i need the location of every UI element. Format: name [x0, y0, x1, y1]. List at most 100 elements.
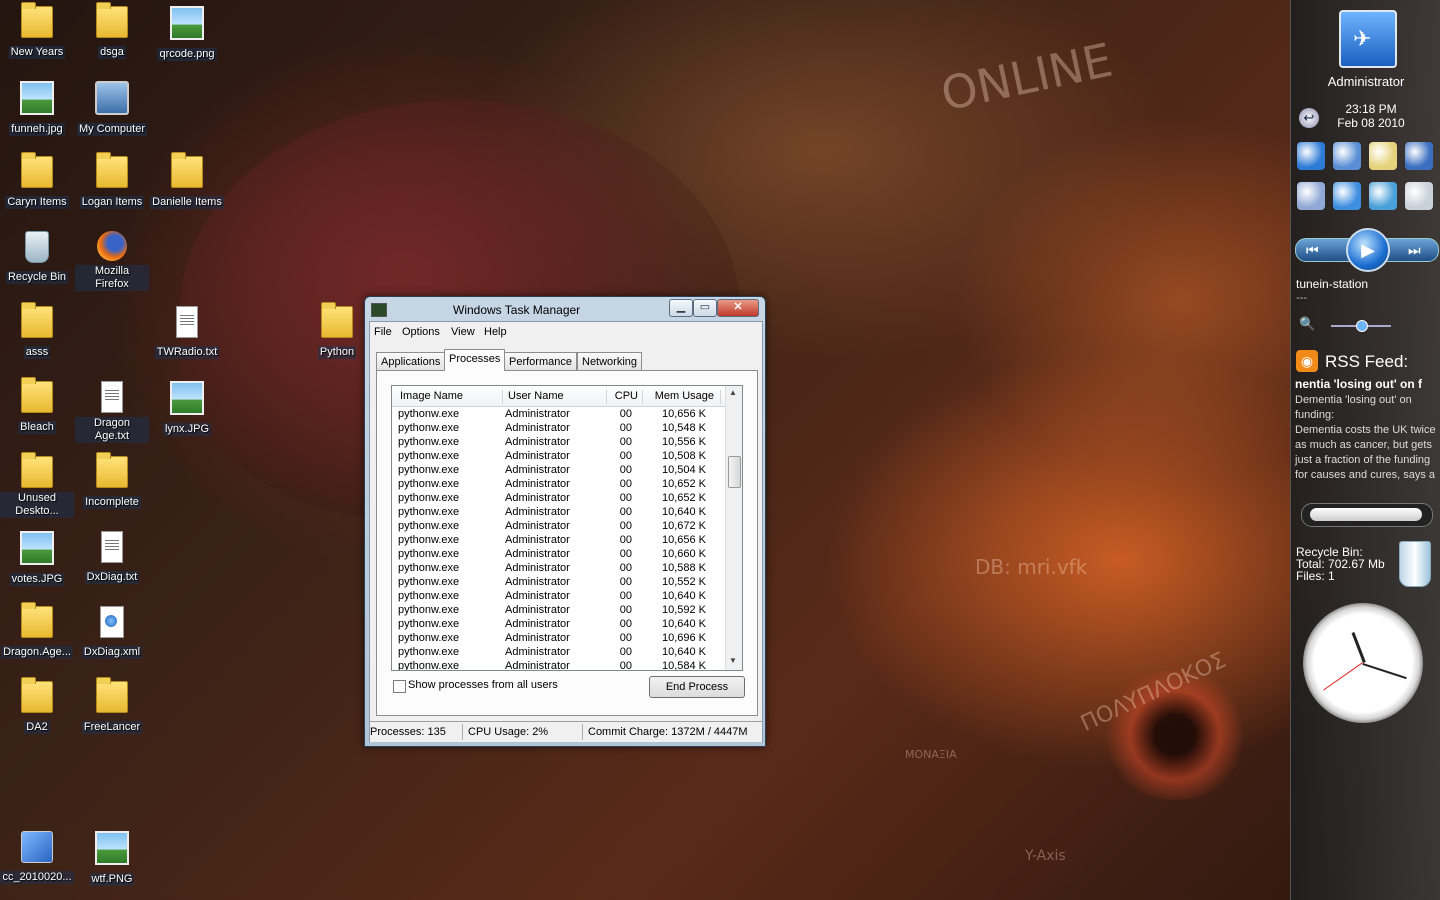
table-row[interactable]: pythonw.exe Administrator 00 10,592 K — [392, 604, 726, 618]
table-row[interactable]: pythonw.exe Administrator 00 10,656 K — [392, 534, 726, 548]
table-row[interactable]: pythonw.exe Administrator 00 10,652 K — [392, 478, 726, 492]
tab-processes[interactable]: Processes — [444, 349, 506, 371]
table-row[interactable]: pythonw.exe Administrator 00 10,508 K — [392, 450, 726, 464]
desktop-icon[interactable]: My Computer — [75, 77, 149, 137]
desktop-icon[interactable]: qrcode.png — [150, 2, 224, 62]
end-process-button[interactable]: End Process — [649, 676, 745, 698]
table-row[interactable]: pythonw.exe Administrator 00 10,640 K — [392, 646, 726, 660]
desktop-icon[interactable]: TWRadio.txt — [150, 302, 224, 360]
desktop-icon[interactable]: Dragon Age.txt — [75, 377, 149, 444]
show-all-users-label[interactable]: Show processes from all users — [408, 679, 558, 691]
desktop-icon[interactable]: Bleach — [0, 377, 74, 435]
table-row[interactable]: pythonw.exe Administrator 00 10,504 K — [392, 464, 726, 478]
back-arrow-icon[interactable]: ↩ — [1299, 108, 1319, 128]
desktop-icon[interactable]: FreeLancer — [75, 677, 149, 735]
document-icon[interactable] — [1369, 142, 1397, 170]
table-row[interactable]: pythonw.exe Administrator 00 10,584 K — [392, 660, 726, 670]
users-icon[interactable] — [1369, 182, 1397, 210]
user-avatar[interactable]: ✈ — [1339, 10, 1397, 68]
desktop-icon-label: Dragon.Age... — [1, 646, 73, 659]
tab-networking[interactable]: Networking — [577, 352, 643, 371]
desktop-icon[interactable]: lynx.JPG — [150, 377, 224, 437]
globe-icon[interactable] — [1297, 142, 1325, 170]
table-row[interactable]: pythonw.exe Administrator 00 10,660 K — [392, 548, 726, 562]
table-row[interactable]: pythonw.exe Administrator 00 10,588 K — [392, 562, 726, 576]
search-field[interactable] — [1310, 508, 1422, 521]
scroll-up-icon[interactable]: ▲ — [729, 388, 737, 397]
table-row[interactable]: pythonw.exe Administrator 00 10,672 K — [392, 520, 726, 534]
vertical-scrollbar[interactable]: ▲ ▼ — [725, 386, 742, 670]
table-row[interactable]: pythonw.exe Administrator 00 10,548 K — [392, 422, 726, 436]
row-user-name: Administrator — [505, 436, 570, 448]
desktop-icon-label: Danielle Items — [150, 196, 224, 209]
window-icon[interactable] — [1333, 182, 1361, 210]
desktop-icon[interactable]: DxDiag.xml — [75, 602, 149, 660]
scroll-thumb[interactable] — [728, 456, 741, 488]
column-mem-usage[interactable]: Mem Usage — [642, 390, 721, 404]
desktop-icon[interactable]: Unused Deskto... — [0, 452, 74, 519]
tab-performance[interactable]: Performance — [504, 352, 577, 371]
desktop-icon[interactable]: votes.JPG — [0, 527, 74, 587]
show-all-users-checkbox[interactable] — [393, 680, 406, 693]
column-cpu[interactable]: CPU — [608, 390, 643, 404]
maximize-button[interactable]: ▭ — [693, 299, 717, 317]
table-row[interactable]: pythonw.exe Administrator 00 10,640 K — [392, 590, 726, 604]
desktop-icon[interactable]: Caryn Items — [0, 152, 74, 210]
table-row[interactable]: pythonw.exe Administrator 00 10,640 K — [392, 618, 726, 632]
desktop-icon[interactable]: funneh.jpg — [0, 77, 74, 137]
row-user-name: Administrator — [505, 590, 570, 602]
menu-view[interactable]: View — [451, 326, 475, 338]
volume-knob[interactable] — [1356, 320, 1368, 332]
table-row[interactable]: pythonw.exe Administrator 00 10,640 K — [392, 506, 726, 520]
process-list[interactable]: Image Name User Name CPU Mem Usage pytho… — [391, 385, 743, 671]
column-image-name[interactable]: Image Name — [392, 390, 503, 404]
task-manager-window[interactable]: Windows Task Manager ▁ ▭ ✕ File Options … — [364, 296, 766, 747]
desktop-icon[interactable]: DxDiag.txt — [75, 527, 149, 585]
next-icon[interactable]: ⏭ — [1408, 239, 1421, 261]
title-bar[interactable]: Windows Task Manager ▁ ▭ ✕ — [365, 297, 765, 321]
menu-file[interactable]: File — [374, 326, 392, 338]
desktop-icon[interactable]: DA2 — [0, 677, 74, 735]
desktop-icon[interactable]: Python — [300, 302, 374, 360]
folder-icon — [171, 152, 203, 188]
table-row[interactable]: pythonw.exe Administrator 00 10,652 K — [392, 492, 726, 506]
desktop-icon[interactable]: asss — [0, 302, 74, 360]
minute-hand — [1362, 663, 1407, 680]
desktop-icon[interactable]: Mozilla Firefox — [75, 227, 149, 292]
column-user-name[interactable]: User Name — [502, 390, 607, 404]
menu-help[interactable]: Help — [484, 326, 507, 338]
play-icon[interactable]: ▶ — [1346, 228, 1390, 272]
row-cpu: 00 — [619, 576, 632, 588]
rss-headline[interactable]: nentia 'losing out' on f — [1295, 377, 1440, 391]
rss-body[interactable]: Dementia 'losing out' on funding: Dementi… — [1295, 393, 1437, 483]
desktop-icon[interactable]: New Years — [0, 2, 74, 60]
desktop-icon[interactable]: wtf.PNG — [75, 827, 149, 887]
desktop-icon[interactable]: Incomplete — [75, 452, 149, 510]
row-cpu: 00 — [619, 422, 632, 434]
desktop-icon[interactable]: Dragon.Age... — [0, 602, 74, 660]
recycle-bin-icon[interactable] — [1399, 541, 1431, 587]
table-row[interactable]: pythonw.exe Administrator 00 10,556 K — [392, 436, 726, 450]
tab-applications[interactable]: Applications — [376, 352, 446, 371]
table-row[interactable]: pythonw.exe Administrator 00 10,696 K — [392, 632, 726, 646]
computer-icon[interactable] — [1333, 142, 1361, 170]
desktop-icon[interactable]: Danielle Items — [150, 152, 224, 210]
table-row[interactable]: pythonw.exe Administrator 00 10,552 K — [392, 576, 726, 590]
desktop-icon[interactable]: cc_2010020... — [0, 827, 74, 885]
volume-icon[interactable]: 🔍 — [1299, 316, 1315, 332]
minimize-button[interactable]: ▁ — [669, 299, 693, 317]
search-icon[interactable] — [1405, 182, 1433, 210]
network-icon[interactable] — [1405, 142, 1433, 170]
desktop-icon[interactable]: dsga — [75, 2, 149, 60]
sidebar-search-box[interactable] — [1301, 503, 1433, 527]
previous-icon[interactable]: ⏮ — [1306, 239, 1319, 261]
menu-options[interactable]: Options — [402, 326, 440, 338]
scroll-down-icon[interactable]: ▼ — [729, 656, 737, 665]
table-row[interactable]: pythonw.exe Administrator 00 10,656 K — [392, 408, 726, 422]
second-hand — [1323, 662, 1363, 691]
close-button[interactable]: ✕ — [717, 299, 759, 317]
desktop-icon[interactable]: Recycle Bin — [0, 227, 74, 285]
row-image-name: pythonw.exe — [398, 520, 460, 532]
mail-icon[interactable] — [1297, 182, 1325, 210]
desktop-icon[interactable]: Logan Items — [75, 152, 149, 210]
